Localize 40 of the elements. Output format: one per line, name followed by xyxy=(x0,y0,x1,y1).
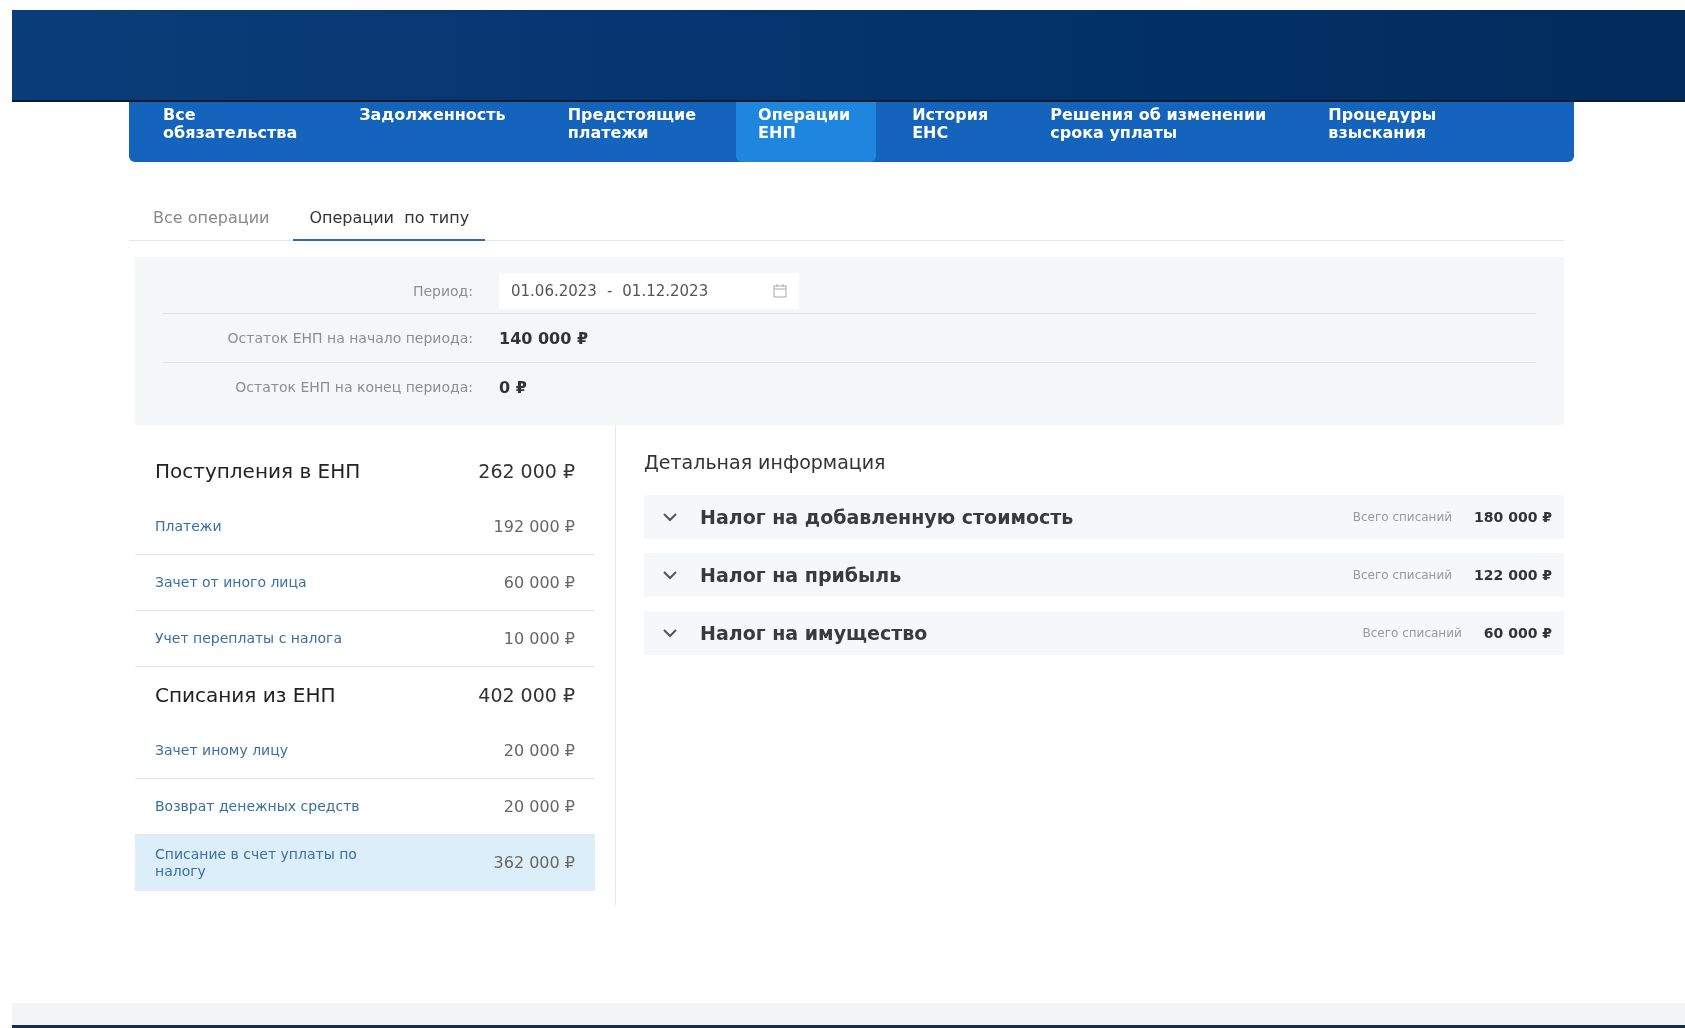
section-title: Поступления в ЕНП xyxy=(155,459,361,483)
operation-link[interactable]: Зачет от иного лица xyxy=(155,574,395,591)
date-range-field[interactable]: 01.06.2023 - 01.12.2023 xyxy=(499,273,799,309)
sub-tab[interactable]: Все операции xyxy=(137,198,286,241)
section-amount: 402 000 ₽ xyxy=(478,684,575,706)
chevron-icon xyxy=(662,512,678,522)
operation-amount: 192 000 ₽ xyxy=(493,517,575,536)
balance-label: Остаток ЕНП на конец периода: xyxy=(234,379,473,395)
operation-link[interactable]: Платежи xyxy=(155,518,395,535)
nav-tab[interactable]: Процедуры взыскания xyxy=(1306,102,1463,162)
operation-amount: 20 000 ₽ xyxy=(503,741,575,760)
balance-label: Остаток ЕНП на начало периода: xyxy=(226,330,473,346)
nav-tab[interactable]: История ЕНС xyxy=(890,102,1015,162)
sub-tab[interactable]: Операции по типу xyxy=(293,198,486,241)
nav-tab[interactable]: Все обязательства xyxy=(141,102,324,162)
operation-amount: 362 000 ₽ xyxy=(493,853,575,872)
operation-amount: 20 000 ₽ xyxy=(503,797,575,816)
operation-link[interactable]: Списание в счет уплаты по налогу xyxy=(155,845,395,880)
operation-link[interactable]: Зачет иному лицу xyxy=(155,742,395,759)
accordion-row[interactable]: Налог на добавленную стоимость Всего списаний 180 000 ₽ xyxy=(644,495,1564,539)
accordion-row[interactable]: Налог на имущество Всего списаний 60 000 ₽ xyxy=(644,611,1564,655)
operation-row[interactable]: Списание в счет уплаты по налогу 362 000 ₽ xyxy=(135,835,595,891)
accordion-row[interactable]: Налог на прибыль Всего списаний 122 000 ₽ xyxy=(644,553,1564,597)
operation-amount: 10 000 ₽ xyxy=(503,629,575,648)
section-amount: 262 000 ₽ xyxy=(478,460,575,482)
balance-value: 0 ₽ xyxy=(499,377,528,397)
calendar-icon[interactable] xyxy=(773,284,787,298)
nav-tab[interactable]: Предстоящие платежи xyxy=(545,102,723,162)
nav-tab[interactable]: Решения об изменении срока уплаты xyxy=(1028,102,1293,162)
operation-amount: 60 000 ₽ xyxy=(503,573,575,592)
chevron-icon xyxy=(662,570,678,580)
operation-link[interactable]: Возврат денежных средств xyxy=(155,798,395,815)
section-title: Списания из ЕНП xyxy=(155,683,336,707)
nav-tab[interactable]: Операции ЕНП xyxy=(736,102,877,162)
period-label: Период: xyxy=(411,283,473,299)
details-title: Детальная информация xyxy=(644,451,887,473)
chevron-icon xyxy=(662,628,678,638)
balance-value: 140 000 ₽ xyxy=(499,328,590,348)
operation-link[interactable]: Учет переплаты с налога xyxy=(155,630,395,647)
nav-tab[interactable]: Задолженность xyxy=(337,102,532,162)
